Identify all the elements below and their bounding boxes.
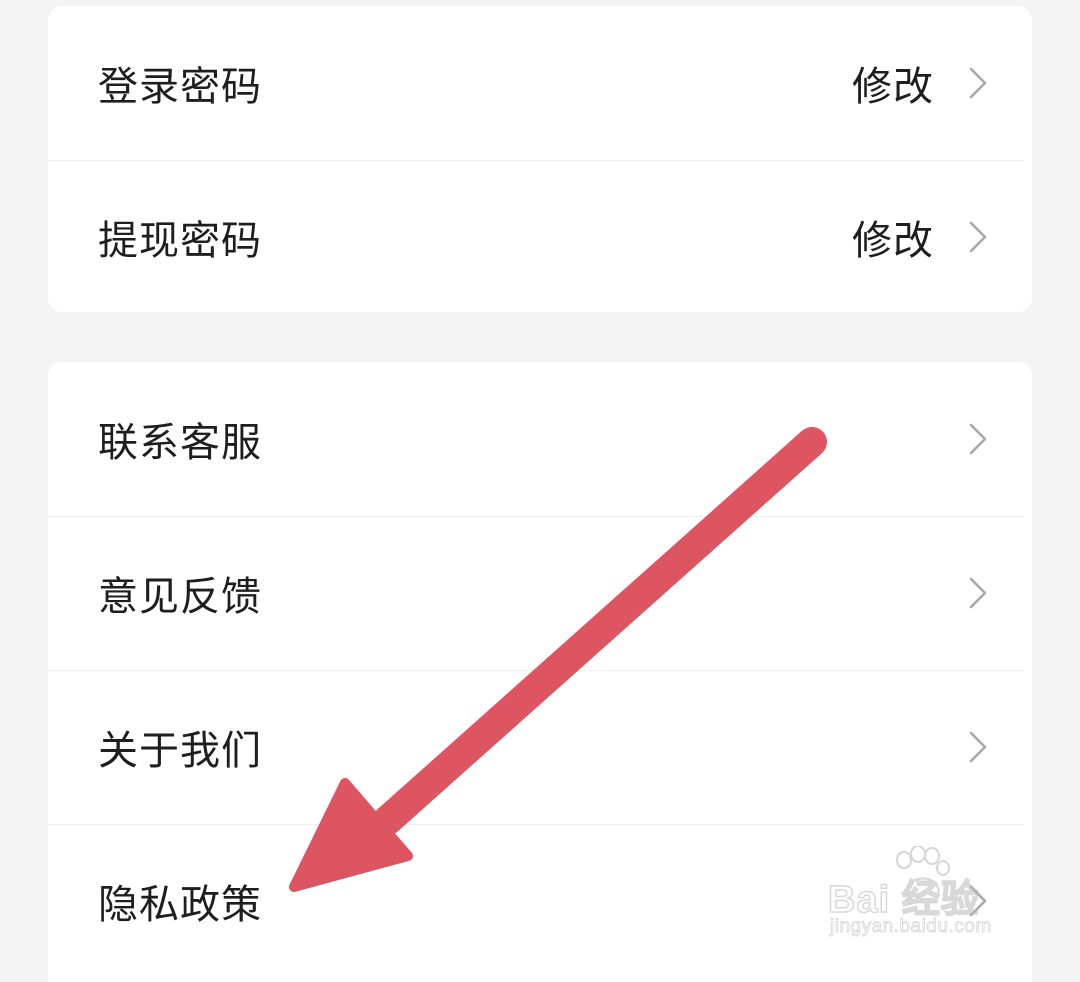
login-password-label: 登录密码	[98, 64, 262, 110]
withdraw-password-label: 提现密码	[98, 218, 262, 264]
chevron-right-icon	[968, 221, 988, 253]
support-settings-card: 联系客服 意见反馈 关于我们 隐私政策	[48, 362, 1032, 982]
withdraw-password-row[interactable]: 提现密码 修改	[48, 160, 1032, 312]
chevron-right-icon	[968, 577, 988, 609]
about-us-label: 关于我们	[98, 728, 262, 774]
privacy-policy-label: 隐私政策	[98, 882, 262, 928]
chevron-right-icon	[968, 423, 988, 455]
contact-service-label: 联系客服	[98, 420, 262, 466]
chevron-right-icon	[968, 885, 988, 917]
chevron-right-icon	[968, 731, 988, 763]
security-settings-card: 登录密码 修改 提现密码 修改	[48, 6, 1032, 312]
contact-service-row[interactable]: 联系客服	[48, 362, 1032, 516]
login-password-modify-text: 修改	[852, 64, 934, 110]
about-us-row[interactable]: 关于我们	[48, 670, 1032, 824]
privacy-policy-row[interactable]: 隐私政策	[48, 824, 1032, 978]
feedback-row[interactable]: 意见反馈	[48, 516, 1032, 670]
withdraw-password-modify-text: 修改	[852, 218, 934, 264]
feedback-label: 意见反馈	[98, 574, 262, 620]
login-password-row[interactable]: 登录密码 修改	[48, 6, 1032, 160]
chevron-right-icon	[968, 67, 988, 99]
